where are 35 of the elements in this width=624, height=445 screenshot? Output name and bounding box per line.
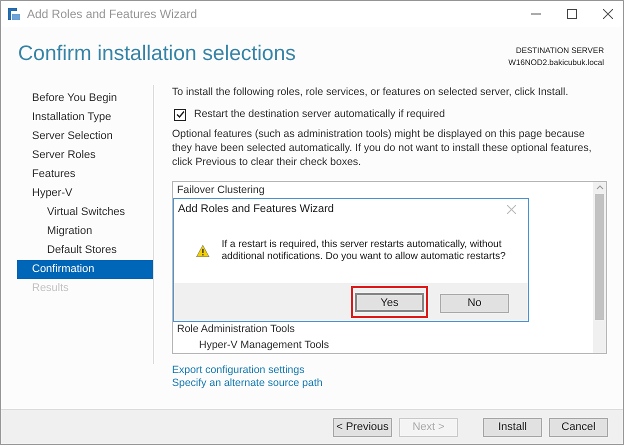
sidebar-item[interactable]: Before You Begin: [17, 89, 153, 108]
intro-text: To install the following roles, role services, or features on selected server, click Install.: [172, 85, 570, 100]
footer-button[interactable]: Install: [483, 418, 542, 436]
sidebar-item[interactable]: Features: [17, 165, 153, 184]
app-icon: [7, 7, 21, 21]
window-title: Add Roles and Features Wizard: [27, 6, 198, 23]
link[interactable]: Export configuration settings: [172, 364, 607, 376]
sidebar-item[interactable]: Migration: [17, 222, 153, 241]
maximize-icon[interactable]: [567, 9, 577, 19]
page-title: Confirm installation selections: [18, 43, 296, 64]
close-icon[interactable]: [603, 9, 613, 19]
scrollbar-thumb[interactable]: [595, 194, 604, 320]
sidebar-item[interactable]: Hyper-V: [17, 184, 153, 203]
footer-button[interactable]: Cancel: [549, 418, 608, 436]
selection-item: Role Administration Tools: [177, 323, 295, 336]
selection-item: Hyper-V Management Tools: [199, 339, 329, 351]
server-name: W16NOD2.bakicubuk.local: [508, 57, 604, 69]
sidebar-item[interactable]: Server Roles: [17, 146, 153, 165]
checkbox-label[interactable]: Restart the destination server automatically if required: [194, 106, 445, 122]
selection-item: Failover Clustering: [177, 184, 265, 196]
server-label: DESTINATION SERVER: [516, 45, 604, 57]
sidebar-item[interactable]: Confirmation: [17, 260, 153, 279]
sidebar-item[interactable]: Virtual Switches: [17, 203, 153, 222]
sidebar-item[interactable]: Server Selection: [17, 127, 153, 146]
dialog-message: If a restart is required, this server restarts automatically, without additional notifications. Do you want to allow automatic restarts?: [222, 239, 507, 263]
dialog-button[interactable]: Yes: [355, 293, 424, 312]
sidebar-item[interactable]: Default Stores: [17, 241, 153, 260]
dialog-button[interactable]: No: [440, 294, 509, 313]
note-text: Optional features (such as administration tools) might be displayed on this page because they have been selected automatically. If you do not want to install these optional features, click Previous to clear their check boxes.: [172, 126, 592, 168]
checkmark-icon: [176, 110, 184, 120]
sidebar-item[interactable]: Installation Type: [17, 108, 153, 127]
restart-checkbox[interactable]: [174, 108, 186, 121]
dialog-title: Add Roles and Features Wizard: [178, 202, 334, 217]
link[interactable]: Specify an alternate source path: [172, 376, 607, 390]
footer-button[interactable]: < Previous: [333, 418, 392, 436]
